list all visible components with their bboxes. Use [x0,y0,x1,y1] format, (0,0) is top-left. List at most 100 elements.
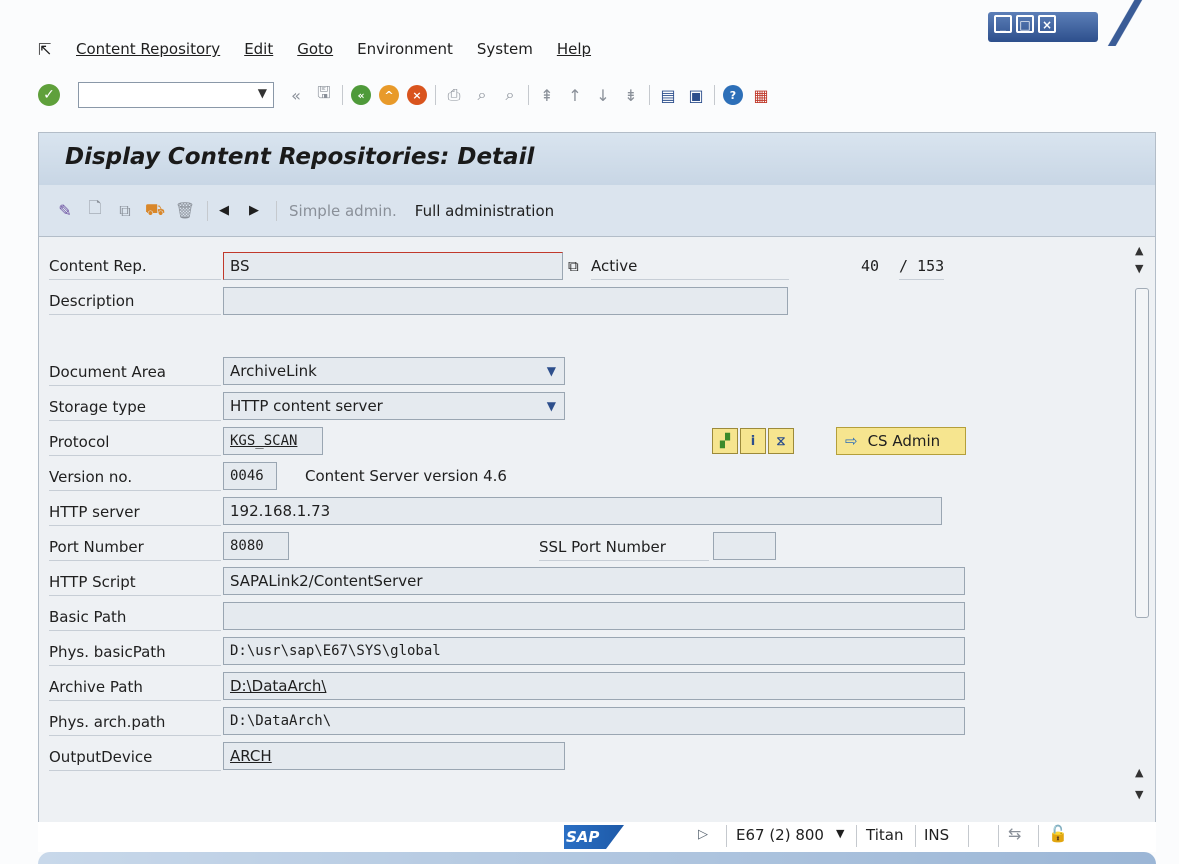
port-number-field[interactable]: 8080 [223,532,289,560]
close-icon[interactable]: × [1038,15,1056,33]
storage-type-select[interactable]: HTTP content server ▼ [223,392,565,420]
separator [276,200,277,221]
vertical-scrollbar[interactable]: ▲ ▼ ▲ ▼ [1129,238,1155,822]
chevron-down-icon[interactable]: ▼ [547,358,556,384]
delete-icon[interactable]: 🗑 [173,200,197,222]
tab-order-icon[interactable]: ⇆ [1008,824,1021,843]
cs-admin-label: CS Admin [867,432,941,450]
exit-icon[interactable]: ^ [377,83,401,107]
scroll-down-icon[interactable]: ▼ [1135,788,1143,801]
next-entry-icon[interactable]: ▶ [242,200,266,222]
minimize-icon[interactable]: _ [994,15,1012,33]
full-admin-button[interactable]: Full administration [415,202,554,220]
scroll-down-icon[interactable]: ▼ [1135,262,1143,275]
copy-status-icon[interactable]: ⧉ [568,253,579,279]
protocol-value: KGS_SCAN [230,433,298,449]
phys-arch-path-field[interactable]: D:\DataArch\ [223,707,965,735]
shortcut-icon[interactable]: ▣ [684,83,708,107]
port-number-value: 8080 [230,538,264,554]
basic-path-label: Basic Path [49,604,221,631]
menu-edit[interactable]: Edit [244,40,273,58]
edit-protocol-icon[interactable]: ▞ [712,428,738,454]
form-area: Content Rep. BS ⧉ Active 40 / 153 Descri… [39,238,1129,822]
page-title: Display Content Repositories: Detail [65,144,535,170]
chevron-down-icon[interactable]: ▼ [547,393,556,419]
status-text: Active [591,253,789,280]
menu-help[interactable]: Help [557,40,591,58]
scroll-thumb[interactable] [1135,288,1149,618]
output-device-field[interactable]: ARCH [223,742,565,770]
cancel-icon[interactable]: × [405,83,429,107]
find-icon[interactable]: ⌕ [470,83,494,107]
scroll-up-icon[interactable]: ▲ [1135,766,1143,779]
filter-icon[interactable]: ⧖ [768,428,794,454]
save-icon[interactable]: 🖫 [312,83,336,107]
find-next-icon[interactable]: ⌕ [498,83,522,107]
sap-logo: SAP [564,825,624,849]
expand-status-icon[interactable]: ▷ [698,827,708,842]
first-page-icon[interactable]: ⇞ [535,83,559,107]
customize-layout-icon[interactable]: ▦ [749,83,773,107]
http-server-field[interactable]: 192.168.1.73 [223,497,942,525]
content-rep-field[interactable]: BS [223,252,563,280]
separator [726,825,727,847]
scroll-up-icon[interactable]: ▲ [1135,244,1143,257]
separator [714,85,715,105]
application-toolbar: ✎ 🗋 ⧉ ⛟ 🗑 ◀ ▶ Simple admin. Full adminis… [39,185,1155,237]
phys-basic-path-label: Phys. basicPath [49,639,221,666]
description-field[interactable] [223,287,788,315]
new-session-icon[interactable]: ▤ [656,83,680,107]
chevron-down-icon[interactable]: ▼ [258,86,267,100]
separator [342,85,343,105]
basic-path-field[interactable] [223,602,965,630]
document-area-value: ArchiveLink [230,362,317,380]
status-bar: SAP ▷ E67 (2) 800 ▼ Titan INS ⇆ 🔓 [38,822,1156,852]
insert-mode: INS [924,826,950,844]
lock-icon[interactable]: 🔓 [1048,824,1068,843]
separator [649,85,650,105]
enter-check-icon[interactable]: ✓ [38,84,60,106]
protocol-label: Protocol [49,429,221,456]
menu-system[interactable]: System [477,40,533,58]
http-script-field[interactable]: SAPALink2/ContentServer [223,567,965,595]
document-area-select[interactable]: ArchiveLink ▼ [223,357,565,385]
print-icon[interactable]: ⎙ [442,83,466,107]
cs-admin-button[interactable]: ⇨ CS Admin [836,427,966,455]
archive-path-field[interactable]: D:\DataArch\ [223,672,965,700]
chevron-down-icon[interactable]: ▼ [836,827,844,840]
previous-entry-icon[interactable]: ◀ [212,200,236,222]
transport-icon[interactable]: ⛟ [143,200,167,222]
menu-exit-icon[interactable]: ⇱ [38,40,58,59]
next-page-icon[interactable]: ↓ [591,83,615,107]
document-area-label: Document Area [49,359,221,386]
storage-type-label: Storage type [49,394,221,421]
previous-page-icon[interactable]: ↑ [563,83,587,107]
last-page-icon[interactable]: ⇟ [619,83,643,107]
info-icon[interactable]: i [740,428,766,454]
status-bar-footer [38,852,1156,864]
separator [998,825,999,847]
help-icon[interactable]: ? [721,83,745,107]
version-no-value: 0046 [230,468,264,484]
copy-icon[interactable]: ⧉ [113,200,137,222]
http-server-label: HTTP server [49,499,221,526]
create-icon[interactable]: 🗋 [83,198,107,222]
separator [528,85,529,105]
command-field[interactable]: ▼ [78,82,274,108]
phys-basic-path-field[interactable]: D:\usr\sap\E67\SYS\global [223,637,965,665]
protocol-field[interactable]: KGS_SCAN [223,427,323,455]
ssl-port-label: SSL Port Number [539,534,709,561]
separator [915,825,916,847]
maximize-icon[interactable]: □ [1016,15,1034,33]
version-no-field[interactable]: 0046 [223,462,277,490]
ssl-port-field[interactable] [713,532,776,560]
display-change-icon[interactable]: ✎ [53,200,77,222]
expand-icon[interactable]: « [284,83,308,107]
menu-goto[interactable]: Goto [297,40,333,58]
back-icon[interactable]: « [349,83,373,107]
simple-admin-button[interactable]: Simple admin. [289,202,397,220]
output-device-label: OutputDevice [49,744,221,771]
menu-environment[interactable]: Environment [357,40,453,58]
archive-path-label: Archive Path [49,674,221,701]
menu-content-repository[interactable]: Content Repository [76,40,220,58]
